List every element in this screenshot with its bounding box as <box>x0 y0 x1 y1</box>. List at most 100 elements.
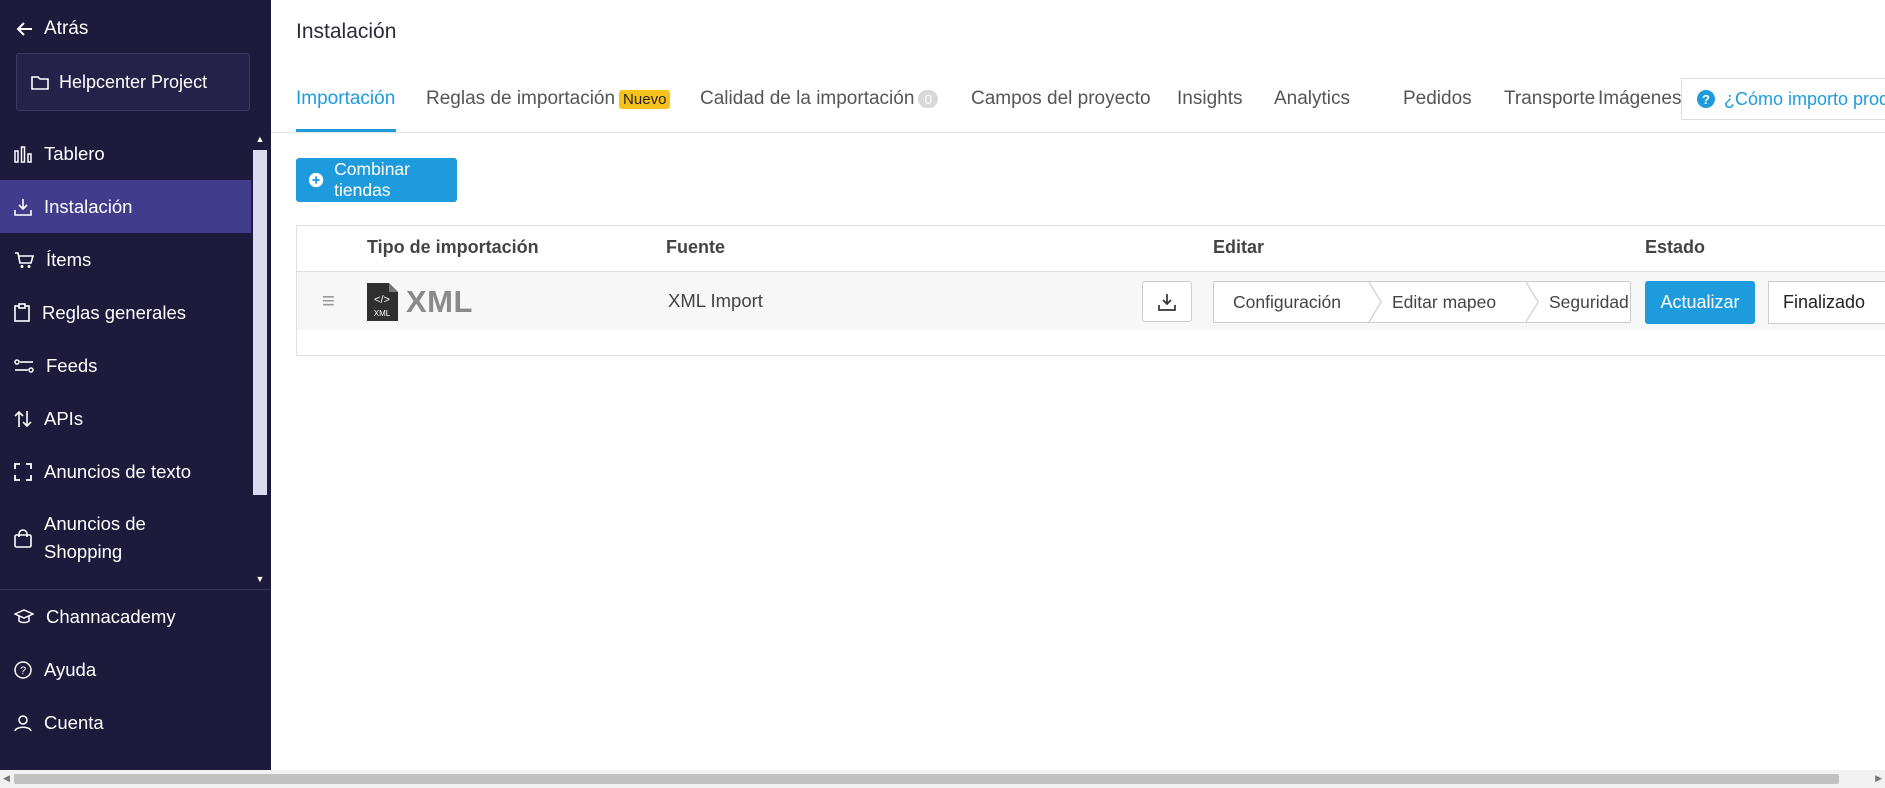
question-circle-icon: ? <box>1697 90 1715 108</box>
help-link[interactable]: ? ¿Cómo importo produ <box>1681 78 1885 120</box>
plus-circle-icon <box>308 172 324 188</box>
cart-icon <box>15 251 34 268</box>
sidebar-bottom-nav: Channacademy ? Ayuda Cuenta <box>0 590 251 749</box>
sidebar-item-anuncios-shopping[interactable]: Anuncios de Shopping <box>0 498 251 578</box>
tab-importacion[interactable]: Importación <box>296 88 395 110</box>
sidebar-item-ayuda[interactable]: ? Ayuda <box>0 643 251 696</box>
back-label: Atrás <box>44 18 89 39</box>
step-label: Seguridad <box>1549 291 1629 312</box>
svg-text:?: ? <box>1702 92 1710 107</box>
clipboard-icon <box>14 303 30 322</box>
tab-campos-proyecto[interactable]: Campos del proyecto <box>971 88 1151 110</box>
folder-icon <box>31 76 49 90</box>
user-icon <box>14 714 32 731</box>
sidebar-item-reglas-generales[interactable]: Reglas generales <box>0 286 251 339</box>
tab-label: Campos del proyecto <box>971 88 1151 109</box>
scroll-down-icon[interactable]: ▼ <box>252 572 268 586</box>
download-icon <box>1158 293 1176 311</box>
main-content: Instalación Importación Reglas de import… <box>271 0 1885 770</box>
question-circle-icon: ? <box>14 660 32 679</box>
imports-table: Tipo de importación Fuente Editar Estado… <box>296 225 1885 356</box>
arrow-left-icon <box>16 22 32 36</box>
col-header-tipo: Tipo de importación <box>367 237 539 257</box>
tab-label: Reglas de importación <box>426 88 616 109</box>
tab-calidad-importacion[interactable]: Calidad de la importación 0 <box>700 88 939 110</box>
chevron-right-icon <box>1368 282 1382 322</box>
update-button[interactable]: Actualizar <box>1645 281 1755 324</box>
new-badge: Nuevo <box>619 89 671 109</box>
scroll-left-icon[interactable]: ◀ <box>3 773 10 784</box>
sidebar-item-channacademy[interactable]: Channacademy <box>0 590 251 643</box>
tab-label: Calidad de la importación <box>700 88 915 109</box>
tab-label: Importación <box>296 88 396 109</box>
step-configuracion[interactable]: Configuración <box>1214 282 1368 322</box>
sidebar-item-items[interactable]: Ítems <box>0 233 251 286</box>
shopping-bag-icon <box>14 528 32 548</box>
chevron-right-icon <box>1525 282 1539 322</box>
edit-steps: Configuración Editar mapeo Seguridad <box>1213 281 1631 323</box>
sidebar-item-label: Channacademy <box>46 605 176 627</box>
update-label: Actualizar <box>1660 292 1740 312</box>
sidebar-item-label: Reglas generales <box>42 301 186 323</box>
scrollbar-thumb[interactable] <box>253 150 267 495</box>
source-label: XML Import <box>668 290 763 311</box>
sidebar-item-label: Ayuda <box>44 658 97 680</box>
tab-label: Transporte <box>1504 88 1596 109</box>
tab-analytics[interactable]: Analytics <box>1274 88 1350 110</box>
scroll-right-icon[interactable]: ▶ <box>1875 773 1882 784</box>
download-button[interactable] <box>1142 281 1192 322</box>
col-header-estado: Estado <box>1645 237 1706 257</box>
frame-icon <box>14 462 32 481</box>
sidebar-scrollbar[interactable]: ▲ ▼ <box>252 130 268 588</box>
graduation-cap-icon <box>14 608 34 623</box>
sidebar-item-label: Feeds <box>46 354 98 376</box>
tab-insights[interactable]: Insights <box>1177 88 1242 110</box>
active-tab-indicator <box>296 129 396 132</box>
sidebar-item-apis[interactable]: APIs <box>0 392 251 445</box>
step-editar-mapeo[interactable]: Editar mapeo <box>1384 282 1525 322</box>
tab-bar: Importación Reglas de importación Nuevo C… <box>271 80 1885 133</box>
step-label: Configuración <box>1233 291 1341 312</box>
tab-transporte[interactable]: Transporte <box>1504 88 1595 110</box>
tab-reglas-importacion[interactable]: Reglas de importación Nuevo <box>426 88 671 110</box>
table-header: Tipo de importación Fuente Editar Estado <box>297 226 1885 272</box>
tab-label: Insights <box>1177 88 1243 109</box>
sidebar-item-tablero[interactable]: Tablero <box>0 127 251 180</box>
combine-stores-label: Combinar tiendas <box>334 159 410 200</box>
sidebar-item-cuenta[interactable]: Cuenta <box>0 696 251 749</box>
sidebar-item-label: Anuncios de Shopping <box>44 513 146 562</box>
sidebar-item-label: Anuncios de texto <box>44 460 192 482</box>
import-type-logo: </> XML XML <box>367 283 473 321</box>
sidebar-item-instalacion[interactable]: Instalación <box>0 180 251 233</box>
status-select[interactable]: Finalizado <box>1768 281 1885 324</box>
scroll-up-icon[interactable]: ▲ <box>252 132 268 146</box>
col-header-fuente: Fuente <box>666 237 726 257</box>
tab-pedidos[interactable]: Pedidos <box>1403 88 1472 110</box>
sidebar-item-label: Instalación <box>44 195 133 217</box>
back-link[interactable]: Atrás <box>16 16 88 42</box>
project-selector[interactable]: Helpcenter Project <box>16 53 250 111</box>
scrollbar-thumb[interactable] <box>14 774 1839 784</box>
project-name: Helpcenter Project <box>59 71 208 92</box>
step-seguridad[interactable]: Seguridad <box>1541 282 1629 322</box>
xml-file-icon: </> XML <box>367 283 398 321</box>
combine-stores-button[interactable]: Combinar tiendas <box>296 158 457 202</box>
sidebar-item-label: Ítems <box>46 248 92 270</box>
tab-label: Pedidos <box>1403 88 1472 109</box>
sidebar-item-label: Tablero <box>44 142 105 164</box>
sidebar-item-anuncios-texto[interactable]: Anuncios de texto <box>0 445 251 498</box>
sidebar-item-label: APIs <box>44 407 84 429</box>
sidebar: Atrás Helpcenter Project Tablero Instala… <box>0 0 271 770</box>
col-header-editar: Editar <box>1213 237 1265 257</box>
horizontal-scrollbar[interactable]: ◀ ▶ <box>0 770 1885 788</box>
sidebar-item-label: Cuenta <box>44 711 104 733</box>
drag-handle-icon[interactable]: ≡ <box>322 288 335 314</box>
tab-imagenes[interactable]: Imágenes <box>1598 88 1681 110</box>
sidebar-item-feeds[interactable]: Feeds <box>0 339 251 392</box>
tab-label: Imágenes <box>1598 88 1682 109</box>
import-type-label: XML <box>406 284 473 319</box>
xml-icon-label: XML <box>374 309 391 318</box>
count-badge: 0 <box>918 90 939 108</box>
chart-icon <box>14 145 32 163</box>
arrows-updown-icon <box>14 410 32 427</box>
